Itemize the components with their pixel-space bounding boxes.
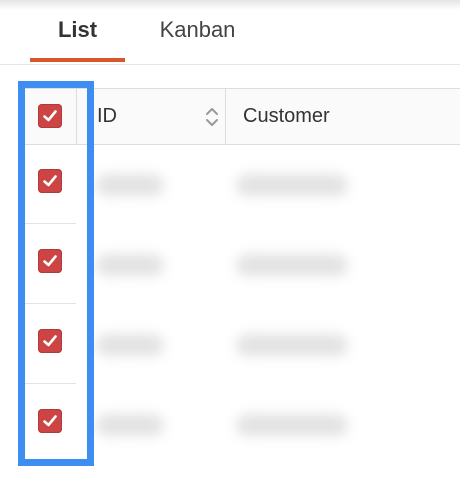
row-select-cell: [24, 144, 76, 224]
select-all-cell: [24, 89, 77, 144]
row-select-cell: [24, 304, 76, 384]
row-checkbox[interactable]: [38, 329, 62, 353]
table-row[interactable]: [24, 224, 460, 304]
row-checkbox[interactable]: [38, 249, 62, 273]
view-tabs: List Kanban: [0, 0, 460, 65]
blurred-customer-cell: [236, 334, 348, 356]
tab-kanban[interactable]: Kanban: [150, 16, 245, 62]
column-header-id-label: ID: [97, 105, 117, 127]
blurred-id-cell: [96, 254, 164, 276]
table-header-row: ID Customer: [24, 88, 460, 145]
row-checkbox[interactable]: [38, 409, 62, 433]
column-header-id[interactable]: ID: [77, 89, 226, 144]
checkmark-icon: [43, 415, 57, 427]
column-header-customer[interactable]: Customer: [226, 89, 460, 144]
data-table: ID Customer: [24, 88, 460, 478]
tab-list-label: List: [57, 17, 98, 42]
blurred-customer-cell: [236, 414, 348, 436]
tab-list[interactable]: List: [30, 16, 125, 62]
blurred-id-cell: [96, 174, 164, 196]
row-select-cell: [24, 384, 76, 463]
table-row[interactable]: [24, 144, 460, 224]
blurred-customer-cell: [236, 174, 348, 196]
checkmark-icon: [43, 110, 57, 122]
blurred-id-cell: [96, 414, 164, 436]
checkmark-icon: [43, 335, 57, 347]
row-select-cell: [24, 224, 76, 304]
row-checkbox[interactable]: [38, 169, 62, 193]
active-tab-underline: [30, 58, 125, 62]
table-row[interactable]: [24, 384, 460, 464]
select-all-checkbox[interactable]: [38, 104, 62, 128]
column-header-customer-label: Customer: [243, 105, 330, 127]
checkmark-icon: [43, 175, 57, 187]
tab-kanban-label: Kanban: [159, 17, 236, 42]
blurred-id-cell: [96, 334, 164, 356]
checkmark-icon: [43, 255, 57, 267]
blurred-customer-cell: [236, 254, 348, 276]
sort-icon[interactable]: [205, 106, 219, 128]
table-row[interactable]: [24, 304, 460, 384]
